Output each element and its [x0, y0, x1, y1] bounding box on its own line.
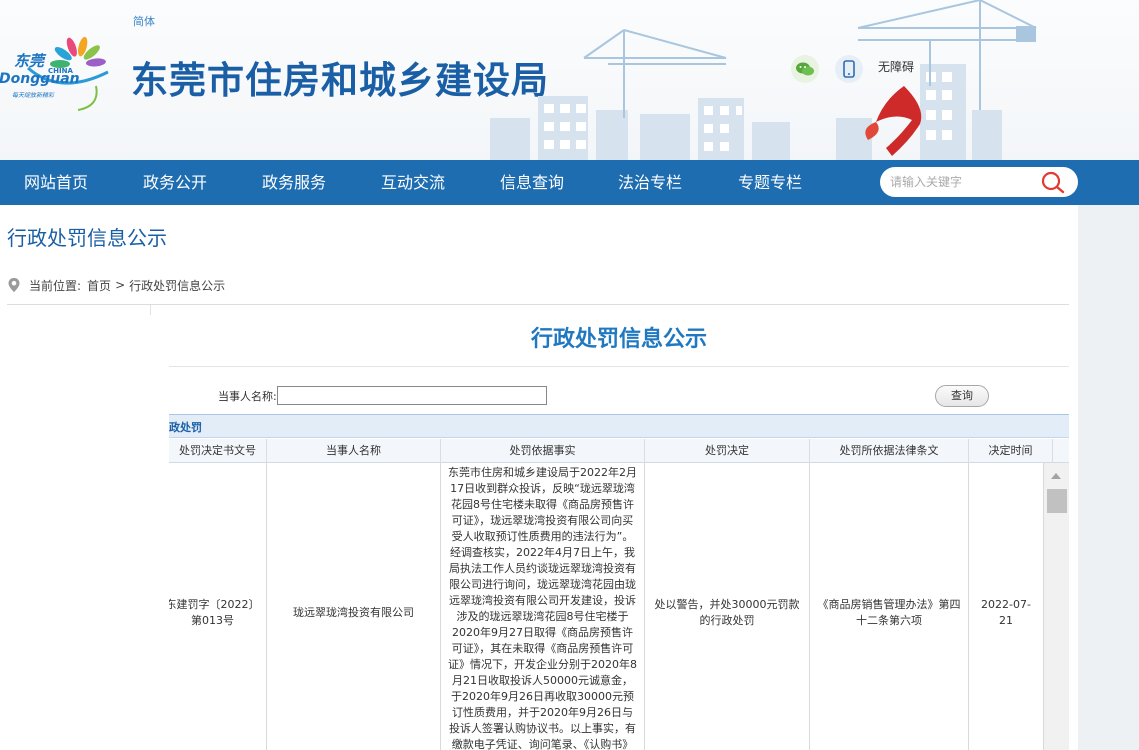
search-input[interactable] [890, 172, 1040, 192]
page-root: 简体 东莞 CHINA Dongguan 每天绽放新精彩 东莞市住房和城乡建设局 [0, 0, 1139, 750]
column-header-law: 处罚所依据法律条文 [810, 439, 969, 463]
logo-slogan: 每天绽放新精彩 [12, 92, 55, 99]
cell-law: 《商品房销售管理办法》第四十二条第六项 [810, 463, 969, 750]
accessibility-link[interactable]: 无障碍 [878, 58, 914, 75]
breadcrumb-current: 行政处罚信息公示 [129, 278, 226, 293]
logo-en-text: Dongguan [0, 71, 80, 87]
breadcrumb: 当前位置: 首页 > 行政处罚信息公示 [7, 276, 225, 294]
column-header-date: 决定时间 [969, 439, 1053, 463]
cell-date: 2022-07-21 [969, 463, 1044, 750]
table-header: 处罚决定书文号 当事人名称 处罚依据事实 处罚决定 处罚所依据法律条文 决定时间 [169, 439, 1069, 463]
scroll-thumb[interactable] [1047, 489, 1067, 513]
nav-item-home[interactable]: 网站首页 [24, 160, 88, 205]
right-side-strip [1078, 205, 1139, 750]
query-button[interactable]: 查询 [935, 385, 989, 407]
table-scrollbar[interactable] [1044, 463, 1069, 750]
wechat-icon[interactable] [791, 55, 819, 83]
page-heading: 行政处罚信息公示 [7, 226, 167, 250]
cell-party: 珑远翠珑湾投资有限公司 [267, 463, 441, 750]
search-icon[interactable] [1040, 170, 1066, 194]
penalty-frame: 行政处罚信息公示 当事人名称: 查询 政处罚 处罚决定书文号 当事人名称 处罚依… [169, 305, 1069, 750]
nav-item-rule-of-law[interactable]: 法治专栏 [618, 160, 682, 205]
breadcrumb-home[interactable]: 首页 [87, 277, 111, 294]
party-name-input[interactable] [277, 386, 547, 405]
party-name-label: 当事人名称: [218, 390, 277, 403]
scroll-up-arrow-icon[interactable] [1049, 471, 1063, 481]
sidebar-divider [150, 305, 151, 315]
breadcrumb-label: 当前位置: [29, 278, 82, 293]
frame-divider [169, 366, 1069, 367]
nav-item-interaction[interactable]: 互动交流 [381, 160, 445, 205]
section-bar: 政处罚 [169, 414, 1069, 438]
dongguan-logo[interactable]: 东莞 CHINA Dongguan 每天绽放新精彩 [0, 26, 130, 116]
main-nav: 网站首页 政务公开 政务服务 互动交流 信息查询 法治专栏 专题专栏 [0, 160, 1139, 205]
breadcrumb-separator: > [115, 278, 126, 292]
table-row: 东建罚字〔2022〕第013号 珑远翠珑湾投资有限公司 东莞市住房和城乡建设局于… [169, 463, 1044, 750]
column-header-doc-no: 处罚决定书文号 [169, 439, 267, 463]
column-header-decision: 处罚决定 [645, 439, 810, 463]
column-header-facts: 处罚依据事实 [441, 439, 645, 463]
nav-item-services[interactable]: 政务服务 [262, 160, 326, 205]
location-pin-icon [8, 278, 20, 292]
nav-item-gov-affairs[interactable]: 政务公开 [143, 160, 207, 205]
nav-item-info-query[interactable]: 信息查询 [500, 160, 564, 205]
site-header: 简体 东莞 CHINA Dongguan 每天绽放新精彩 东莞市住房和城乡建设局 [0, 0, 1139, 160]
cell-decision: 处以警告，并处30000元罚款的行政处罚 [645, 463, 810, 750]
cell-doc-no: 东建罚字〔2022〕第013号 [169, 463, 267, 750]
logo-cn-text: 东莞 [14, 52, 45, 70]
search-box [880, 167, 1078, 197]
section-label: 政处罚 [169, 421, 202, 434]
nav-item-special[interactable]: 专题专栏 [738, 160, 802, 205]
column-header-party: 当事人名称 [267, 439, 441, 463]
language-link[interactable]: 简体 [133, 13, 155, 29]
frame-title: 行政处罚信息公示 [530, 327, 707, 352]
cell-facts: 东莞市住房和城乡建设局于2022年2月17日收到群众投诉，反映“珑远翠珑湾花园8… [441, 463, 645, 750]
mobile-icon[interactable] [835, 55, 863, 83]
